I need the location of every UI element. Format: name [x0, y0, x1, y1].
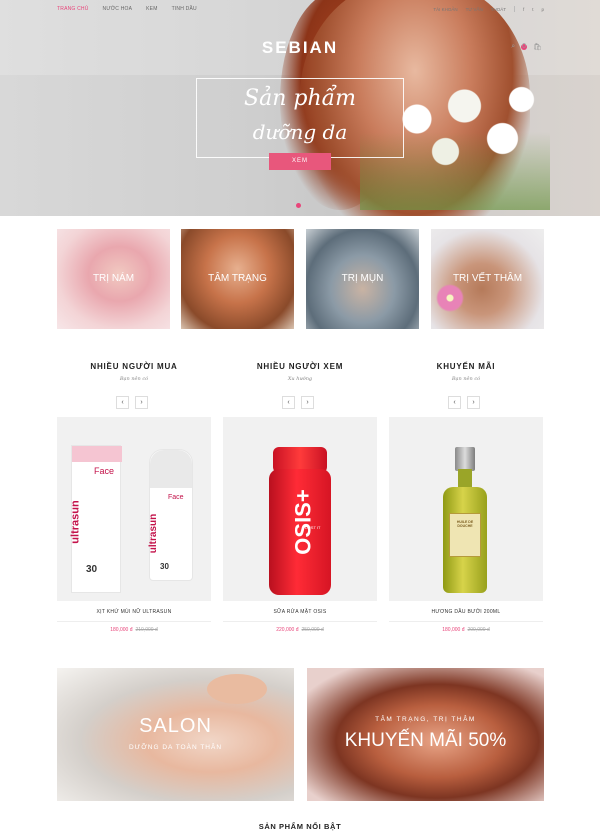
divider [223, 621, 377, 622]
header-icons: ⌕ 0 🛍 [511, 43, 542, 51]
product-price: 180,000 đ 200,000 đ [389, 627, 543, 633]
divider [389, 621, 543, 622]
twitter-icon[interactable]: t [532, 7, 533, 12]
divider [57, 621, 211, 622]
category-tile-dark-spots[interactable]: TRỊ VẾT THÂM [431, 229, 544, 329]
product-face-text: Face [94, 466, 115, 476]
product-sub-text: DUST IT [305, 525, 321, 530]
carousel-arrows: ‹ › [116, 396, 148, 409]
search-icon[interactable]: ⌕ [511, 43, 515, 51]
hero-slider: TRANG CHỦ NƯỚC HOA KEM TINH DẦU TÀI KHOẢ… [0, 0, 600, 216]
product-name[interactable]: XỊT KHỬ MÙI NỮ ULTRASUN [57, 609, 211, 615]
price-old: 200,000 đ [467, 627, 490, 633]
prev-arrow-icon[interactable]: ‹ [448, 396, 461, 409]
next-arrow-icon[interactable]: › [301, 396, 314, 409]
category-label: TRỊ VẾT THÂM [452, 273, 523, 284]
carousel-arrows: ‹ › [448, 396, 480, 409]
product-image-osis: OSIS+ DUST IT [269, 447, 331, 595]
next-arrow-icon[interactable]: › [467, 396, 480, 409]
banner-subtitle: TÂM TRẠNG, TRỊ THÂM [375, 716, 476, 723]
consult-link[interactable]: TƯ VẤN [466, 7, 483, 12]
product-brand-text: ultrasun [148, 513, 160, 554]
price-old: 250,000 đ [301, 627, 324, 633]
product-card-ultrasun[interactable]: ultrasun Face 30 ultrasun Face 30 [57, 417, 211, 601]
lotus-flower [435, 284, 465, 312]
product-brand-text: ultrasun [69, 500, 82, 544]
product-price: 180,000 đ 210,000 đ [57, 627, 211, 633]
product-image-oil: HUILE DE DOUCHE [443, 447, 487, 593]
product-card-grapefruit-oil[interactable]: HUILE DE DOUCHE [389, 417, 543, 601]
section-most-viewed: NHIỀU NGƯỜI XEM Xu hướng [210, 362, 390, 382]
site-logo[interactable]: SEBIAN [0, 38, 600, 58]
price-current: 220,000 đ [276, 627, 299, 633]
product-price: 220,000 đ 250,000 đ [223, 627, 377, 633]
bottle-label-text: HUILE DE DOUCHE [456, 520, 474, 528]
cart-count-badge: 0 [521, 43, 528, 50]
banner-salon[interactable]: SALON DƯỠNG DA TOÀN THÂN [57, 668, 294, 801]
price-old: 210,000 đ [135, 627, 158, 633]
product-face-text: Face [168, 494, 184, 501]
bottle-neck [458, 469, 472, 489]
bottle-label: HUILE DE DOUCHE [449, 513, 481, 557]
banner-hand [207, 674, 267, 704]
section-subtitle: Bạn nên có [119, 376, 149, 382]
banner-title: SALON [139, 715, 212, 737]
nav-item-cream[interactable]: KEM [146, 6, 157, 12]
price-current: 180,000 đ [442, 627, 465, 633]
section-title: NHIỀU NGƯỜI MUA [90, 362, 178, 371]
product-image-box: ultrasun Face 30 [69, 445, 122, 593]
product-name[interactable]: HƯƠNG DẦU BƯỞI 200ML [389, 609, 543, 615]
section-best-sellers: NHIỀU NGƯỜI MUA Bạn nên có [44, 362, 224, 382]
category-tile-mood[interactable]: TÂM TRẠNG [181, 229, 294, 329]
category-label: TRỊ MỤN [341, 273, 384, 284]
section-subtitle: Xu hướng [287, 376, 313, 382]
product-spf-text: 30 [86, 564, 98, 575]
nav-item-oil[interactable]: TINH DẦU [172, 6, 197, 12]
section-title: NHIỀU NGƯỜI XEM [256, 362, 344, 371]
hero-title-line1: Sản phẩm [244, 86, 356, 111]
logout-link[interactable]: THOÁT [491, 7, 506, 12]
account-link[interactable]: TÀI KHOẢN [433, 7, 457, 12]
product-card-osis[interactable]: OSIS+ DUST IT [223, 417, 377, 601]
carousel-arrows: ‹ › [282, 396, 314, 409]
slider-dot-active[interactable] [296, 203, 301, 208]
nav-item-perfume[interactable]: NƯỚC HOA [103, 6, 133, 12]
main-nav: TRANG CHỦ NƯỚC HOA KEM TINH DẦU [57, 6, 197, 12]
bottle-cap [150, 450, 192, 488]
section-subtitle: Bạn nên có [451, 376, 481, 382]
banner-subtitle: DƯỠNG DA TOÀN THÂN [128, 744, 223, 751]
section-promotions: KHUYẾN MÃI Bạn nên có [376, 362, 556, 382]
price-current: 180,000 đ [110, 627, 133, 633]
category-tile-acne[interactable]: TRỊ MỤN [306, 229, 419, 329]
next-arrow-icon[interactable]: › [135, 396, 148, 409]
divider [513, 6, 515, 12]
product-brand-text: OSIS+ [290, 489, 316, 555]
bottle-cap [455, 447, 475, 471]
product-spf-text: 30 [160, 562, 169, 571]
category-tile-melasma[interactable]: TRỊ NÁM [57, 229, 170, 329]
facebook-icon[interactable]: f [523, 7, 524, 12]
prev-arrow-icon[interactable]: ‹ [116, 396, 129, 409]
hero-view-button[interactable]: XEM [269, 153, 331, 170]
product-image-bottle: ultrasun Face 30 [148, 449, 193, 581]
section-title: KHUYẾN MÃI [436, 362, 496, 371]
category-label: TÂM TRẠNG [208, 273, 267, 284]
account-nav: TÀI KHOẢN TƯ VẤN THOÁT f t p [433, 6, 544, 12]
pinterest-icon[interactable]: p [541, 7, 544, 12]
banner-promotion[interactable]: TÂM TRẠNG, TRỊ THÂM KHUYẾN MÃI 50% [307, 668, 544, 801]
product-name[interactable]: SỮA RỬA MẶT OSIS [223, 609, 377, 615]
box-stripe [72, 446, 122, 462]
hero-title-line2: dưỡng da [252, 120, 348, 144]
nav-item-home[interactable]: TRANG CHỦ [57, 6, 89, 12]
category-label: TRỊ NÁM [92, 273, 135, 284]
banner-title: KHUYẾN MÃI 50% [344, 730, 507, 751]
prev-arrow-icon[interactable]: ‹ [282, 396, 295, 409]
cart-icon[interactable]: 🛍 [533, 43, 542, 51]
featured-section-title: SẢN PHẨM NỔI BẬT [258, 822, 342, 831]
